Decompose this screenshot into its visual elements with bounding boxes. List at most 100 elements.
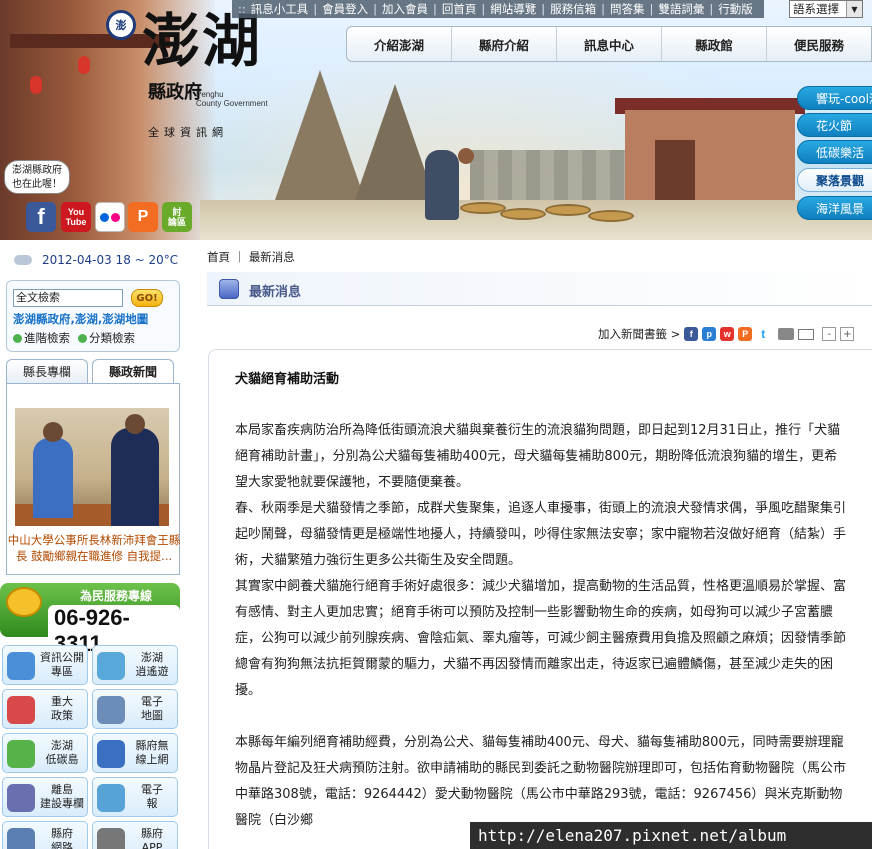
pill-cool-penghu[interactable]: 響玩-cool澎湖 <box>797 86 872 110</box>
forum-icon-text1: 討 <box>172 207 182 217</box>
flickr-icon[interactable] <box>95 202 125 232</box>
service-e-newsletter[interactable]: 電子報 <box>92 777 178 817</box>
article-body: 本局家畜疾病防治所為降低街頭流浪犬貓與棄養衍生的流浪貓狗問題，即日起到12月31… <box>235 418 847 834</box>
article-paragraph: 其實家中飼養犬貓施行絕育手術好處很多：減少犬貓增加，提高動物的生活品質，性格更溫… <box>235 579 847 698</box>
facebook-icon[interactable]: f <box>26 202 56 232</box>
service-island-construction[interactable]: 離島 建設專欄 <box>2 777 88 817</box>
banner-house-door <box>655 140 695 200</box>
link-sitemap[interactable]: 網站導覽 <box>485 1 541 17</box>
news-panel: 中山大學公事所長林新沛拜會王縣長 鼓勵鄉親在職進修 自我提... <box>6 383 180 575</box>
forum-icon[interactable]: 討 論區 <box>162 202 192 232</box>
pill-ocean[interactable]: 海洋風景 <box>797 196 872 220</box>
article-paragraph: 本局家畜疾病防治所為降低街頭流浪犬貓與棄養衍生的流浪貓狗問題，即日起到12月31… <box>235 423 841 490</box>
article-title: 犬貓絕育補助活動 <box>235 372 340 387</box>
boat-icon <box>97 652 125 680</box>
zoom-in-icon[interactable]: + <box>840 327 855 341</box>
nav-county-hall[interactable]: 縣政館 <box>662 27 767 61</box>
youtube-icon[interactable]: You Tube <box>61 202 91 232</box>
search-hot-keywords[interactable]: 澎湖縣政府,澎湖,澎湖地圖 <box>13 311 148 327</box>
youtube-icon-text2: Tube <box>65 217 87 227</box>
weather-text: 2012-04-03 18 ~ 20°C <box>42 253 179 267</box>
logo-english-line1: Penghu <box>196 90 224 99</box>
nav-intro-penghu[interactable]: 介紹澎湖 <box>347 27 452 61</box>
pill-low-carbon[interactable]: 低碳樂活 <box>797 140 872 164</box>
link-mobile[interactable]: 行動版 <box>713 1 758 17</box>
chevron-down-icon[interactable]: ▼ <box>846 1 862 17</box>
service-county-app[interactable]: 縣府 APP <box>92 821 178 849</box>
service-county-network[interactable]: 縣府 網路 <box>2 821 88 849</box>
forum-icon-text2: 論區 <box>167 217 186 227</box>
tab-mayor-column[interactable]: 縣長專欄 <box>6 359 88 383</box>
logo-subtitle: 縣政府 <box>148 82 202 103</box>
article-paragraph: 春、秋兩季是犬貓發情之季節，成群犬隻聚集，追逐人車擾事，街頭上的流浪犬發情求偶，… <box>235 501 847 568</box>
pill-fireworks[interactable]: 花火節 <box>797 113 872 137</box>
service-low-carbon-island[interactable]: 澎湖 低碳島 <box>2 733 88 773</box>
phone-app-icon <box>97 828 125 849</box>
funp-share-icon[interactable]: P <box>738 327 753 341</box>
breadcrumb-home[interactable]: 首頁 <box>207 250 230 264</box>
pill-settlement[interactable]: 聚落景觀 <box>797 168 872 192</box>
mail-icon[interactable] <box>798 328 815 340</box>
link-glossary[interactable]: 雙語詞彙 <box>653 1 709 17</box>
search-go-button[interactable]: GO! <box>131 289 163 307</box>
logo-tagline: 全球資訊網 <box>148 126 228 139</box>
service-penghu-tour[interactable]: 澎湖 逍遙遊 <box>92 645 178 685</box>
link-member-login[interactable]: 會員登入 <box>317 1 373 17</box>
plurk-icon[interactable]: P <box>128 202 158 232</box>
album-watermark: http://elena207.pixnet.net/album <box>470 822 872 849</box>
wifi-icon <box>97 740 125 768</box>
service-hotline-banner[interactable]: 為民服務專線 06-926-3311 <box>0 583 180 657</box>
link-mailbox[interactable]: 服務信箱 <box>545 1 601 17</box>
news-photo[interactable] <box>15 408 169 526</box>
section-square-icon <box>219 279 239 299</box>
service-e-map[interactable]: 電子 地圖 <box>92 689 178 729</box>
nav-citizen-service[interactable]: 便民服務 <box>767 27 871 61</box>
logo-english-line2: County Government <box>196 99 268 108</box>
banner-drying-tray <box>545 204 591 216</box>
laptop-icon <box>97 696 125 724</box>
social-bubble-line2: 也在此喔！ <box>12 179 62 190</box>
banner-ground <box>200 200 872 240</box>
service-wireless[interactable]: 縣府無 線上網 <box>92 733 178 773</box>
breadcrumb: 首頁 ｜ 最新消息 <box>207 249 295 265</box>
advanced-search-option[interactable]: 進階檢索 <box>13 330 70 346</box>
breadcrumb-current[interactable]: 最新消息 <box>249 250 295 264</box>
print-icon[interactable] <box>778 328 795 340</box>
link-info-tools[interactable]: 訊息小工具 <box>246 1 314 17</box>
plurk-share-icon[interactable]: p <box>702 327 717 341</box>
section-header: 最新消息 <box>207 272 872 306</box>
hotline-label: 為民服務專線 <box>80 589 153 603</box>
banner-drying-tray <box>460 202 506 214</box>
nav-county-intro[interactable]: 縣府介紹 <box>452 27 557 61</box>
banner-lantern <box>78 56 90 74</box>
language-select[interactable]: 語系選擇 ▼ <box>789 0 863 18</box>
bookmark-label: 加入新聞書籤 > <box>598 327 681 341</box>
banner-person <box>425 150 459 220</box>
link-faq[interactable]: 問答集 <box>605 1 650 17</box>
stamp-icon <box>7 696 35 724</box>
link-join-member[interactable]: 加入會員 <box>377 1 433 17</box>
news-tabs: 縣長專欄 縣政新聞 <box>6 359 180 383</box>
search-options: 進階檢索 分類檢索 <box>13 330 135 346</box>
twitter-share-icon[interactable]: t <box>756 327 771 341</box>
county-seal-logo[interactable]: 澎 <box>106 10 136 40</box>
banner-lantern <box>30 76 42 94</box>
tab-county-news[interactable]: 縣政新聞 <box>92 359 174 383</box>
zoom-out-icon[interactable]: - <box>822 327 837 341</box>
service-major-policy[interactable]: 重大 政策 <box>2 689 88 729</box>
link-home[interactable]: 回首頁 <box>437 1 482 17</box>
facebook-share-icon[interactable]: f <box>684 327 699 341</box>
utility-links: :: 訊息小工具 | 會員登入 | 加入會員 | 回首頁 | 網站導覽 | 服務信箱 | 問… <box>232 0 764 18</box>
nav-info-center[interactable]: 訊息中心 <box>557 27 662 61</box>
social-bubble: 澎湖縣政府 也在此喔！ <box>4 160 70 194</box>
network-icon <box>7 828 35 849</box>
radio-dot-icon <box>13 334 22 343</box>
search-input[interactable]: 全文檢索 <box>13 289 123 307</box>
banner-drying-tray <box>500 208 546 220</box>
radio-dot-icon <box>78 334 87 343</box>
search-box: 全文檢索 GO! 澎湖縣政府,澎湖,澎湖地圖 進階檢索 分類檢索 <box>6 280 180 352</box>
category-search-option[interactable]: 分類檢索 <box>78 330 135 346</box>
news-caption-link[interactable]: 中山大學公事所長林新沛拜會王縣長 鼓勵鄉親在職進修 自我提... <box>7 532 181 564</box>
weibo-share-icon[interactable]: w <box>720 327 735 341</box>
service-info-disclosure[interactable]: 資訊公開 專區 <box>2 645 88 685</box>
